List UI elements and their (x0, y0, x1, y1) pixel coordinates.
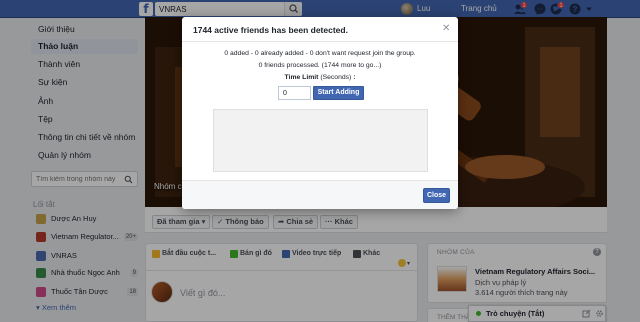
dialog-status-line: 0 added - 0 already added - 0 don't want… (224, 50, 416, 57)
dialog-footer (182, 180, 458, 209)
time-limit-colon: : (353, 74, 356, 81)
time-limit-unit: (Seconds) (320, 74, 352, 81)
close-icon[interactable]: ✕ (442, 24, 450, 34)
close-button[interactable]: Close (423, 188, 450, 203)
progress-log-area[interactable] (213, 109, 428, 172)
time-limit-text: Time Limit (284, 74, 319, 81)
time-limit-label: Time Limit (Seconds) : (182, 74, 458, 81)
start-adding-button[interactable]: Start Adding (313, 86, 364, 100)
time-limit-input[interactable] (278, 86, 311, 100)
dialog-title: 1744 active friends has been detected. (193, 25, 348, 35)
dialog-processed-line: 0 friends processed. (1744 more to go...… (258, 62, 382, 69)
